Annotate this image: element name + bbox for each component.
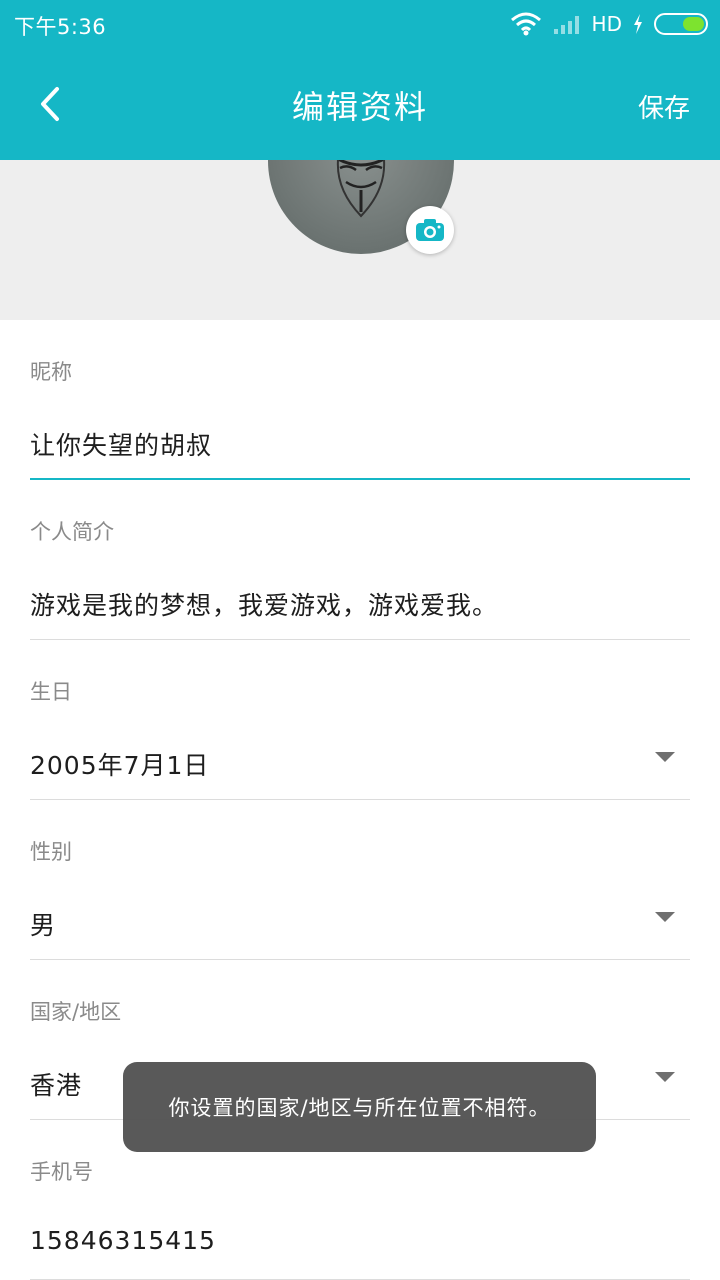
battery-fill <box>683 17 704 31</box>
status-icons: HD <box>510 10 708 38</box>
toast-message: 你设置的国家/地区与所在位置不相符。 <box>123 1062 596 1152</box>
network-type-label: HD <box>591 12 622 36</box>
chevron-down-icon[interactable] <box>654 750 676 764</box>
signal-icon <box>553 16 579 34</box>
app-bar: 编辑资料 保存 <box>0 50 720 160</box>
region-value[interactable]: 香港 <box>30 1066 82 1102</box>
birthday-field[interactable]: 生日 2005年7月1日 <box>30 640 690 800</box>
battery-icon <box>654 13 708 35</box>
nickname-field[interactable]: 昵称 让你失望的胡叔 <box>30 320 690 480</box>
save-button[interactable]: 保存 <box>638 88 690 125</box>
birthday-label: 生日 <box>30 680 72 704</box>
charging-icon <box>634 14 642 34</box>
bio-label: 个人简介 <box>30 520 114 544</box>
chevron-down-icon[interactable] <box>654 1070 676 1084</box>
wifi-icon <box>510 12 541 36</box>
page-title: 编辑资料 <box>291 88 428 126</box>
birthday-value[interactable]: 2005年7月1日 <box>30 746 209 782</box>
mask-avatar-icon <box>336 160 386 218</box>
gender-field[interactable]: 性别 男 <box>30 800 690 960</box>
status-time: 下午5:36 <box>14 15 107 39</box>
gender-value[interactable]: 男 <box>30 906 56 942</box>
region-label: 国家/地区 <box>30 1000 122 1024</box>
nickname-label: 昵称 <box>30 360 72 384</box>
gender-label: 性别 <box>30 840 72 864</box>
nickname-input[interactable]: 让你失望的胡叔 <box>30 426 212 462</box>
status-bar: 下午5:36 HD <box>0 0 720 50</box>
bio-input[interactable]: 游戏是我的梦想，我爱游戏，游戏爱我。 <box>30 586 498 622</box>
phone-input[interactable]: 15846315415 <box>30 1226 216 1255</box>
bio-field[interactable]: 个人简介 游戏是我的梦想，我爱游戏，游戏爱我。 <box>30 480 690 640</box>
camera-icon <box>416 219 444 241</box>
chevron-down-icon[interactable] <box>654 910 676 924</box>
change-avatar-button[interactable] <box>406 206 454 254</box>
phone-label: 手机号 <box>30 1160 93 1184</box>
avatar-section <box>0 160 720 320</box>
